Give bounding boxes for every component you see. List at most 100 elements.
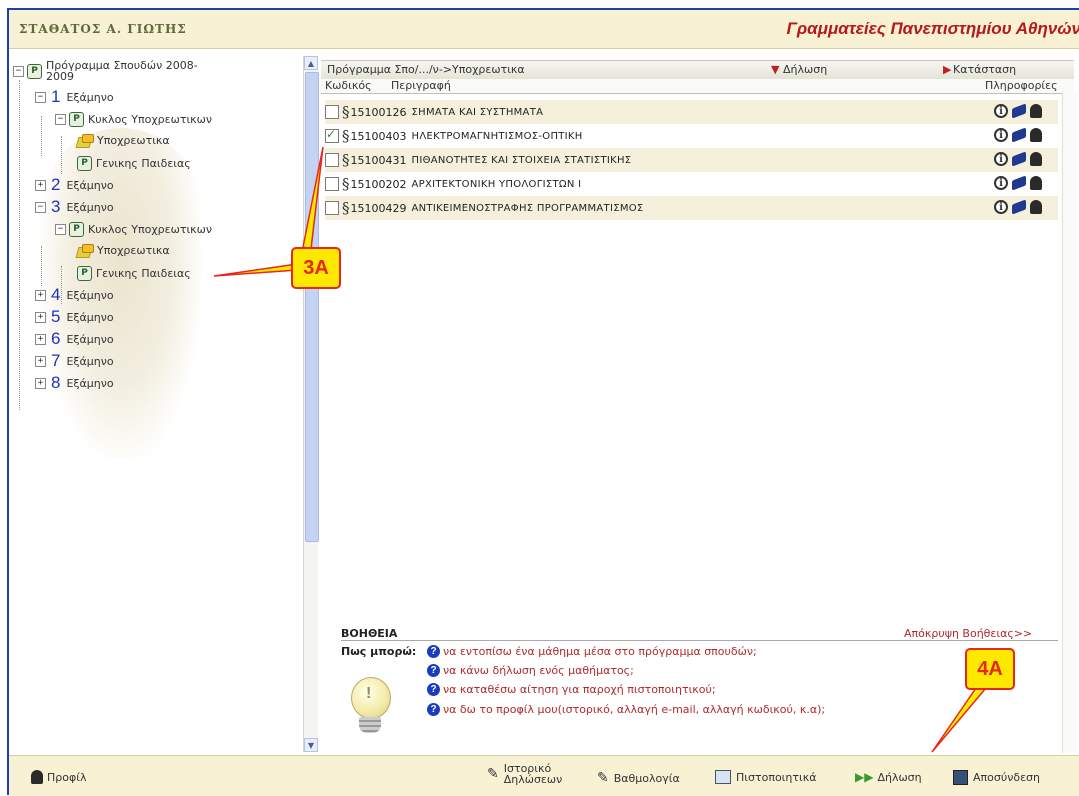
info-icons: i xyxy=(994,175,1042,191)
table-row[interactable]: § 15100126 ΣΗΜΑΤΑ ΚΑΙ ΣΥΣΤΗΜΑΤΑ i xyxy=(325,100,1058,124)
course-name: ΑΡΧΙΤΕΚΤΟΝΙΚΗ ΥΠΟΛΟΓΙΣΤΩΝ Ι xyxy=(411,178,582,190)
logout-button[interactable]: Αποσύνδεση xyxy=(953,770,1040,785)
course-checkbox[interactable] xyxy=(325,177,339,191)
tree-semester-7[interactable]: + 7 Εξάμηνο xyxy=(35,351,114,370)
user-logo: ΣΤΑΘΑΤΟΣ Α. ΓΙΩΤΗΣ xyxy=(19,22,187,36)
profile-icon xyxy=(31,770,43,784)
info-icon[interactable]: i xyxy=(994,200,1008,214)
teacher-icon[interactable] xyxy=(1030,152,1042,166)
profile-label: Προφίλ xyxy=(47,770,87,784)
folder-icon xyxy=(75,244,94,258)
tree-general-1[interactable]: P Γενικης Παιδειας xyxy=(77,156,191,171)
help-item[interactable]: ? να καταθέσω αίτηση για παροχή πιστοποι… xyxy=(427,683,716,696)
table-row[interactable]: § 15100202 ΑΡΧΙΤΕΚΤΟΝΙΚΗ ΥΠΟΛΟΓΙΣΤΩΝ Ι i xyxy=(325,172,1058,196)
book-icon[interactable] xyxy=(1012,127,1026,143)
book-icon[interactable] xyxy=(1012,199,1026,215)
help-item-label: να καταθέσω αίτηση για παροχή πιστοποιητ… xyxy=(443,683,716,696)
column-headers: Κωδικός Περιγραφή Πληροφορίες xyxy=(321,79,1074,94)
expand-icon[interactable]: + xyxy=(35,355,46,367)
scroll-up-icon[interactable]: ▲ xyxy=(304,56,318,70)
teacher-icon[interactable] xyxy=(1030,200,1042,214)
info-icon[interactable]: i xyxy=(994,176,1008,190)
info-icon[interactable]: i xyxy=(994,104,1008,118)
general-label: Γενικης Παιδειας xyxy=(96,267,191,280)
grades-button[interactable]: ✎ Βαθμολογία xyxy=(597,770,680,786)
teacher-icon[interactable] xyxy=(1030,128,1042,142)
general-icon: P xyxy=(77,266,92,281)
help-item[interactable]: ? να δω το προφίλ μου(ιστορικό, αλλαγή e… xyxy=(427,703,825,716)
expand-icon[interactable]: + xyxy=(35,377,46,389)
question-icon: ? xyxy=(427,664,440,677)
info-icon[interactable]: i xyxy=(994,152,1008,166)
help-item[interactable]: ? να εντοπίσω ένα μάθημα μέσα στο πρόγρα… xyxy=(427,645,757,658)
table-row[interactable]: § 15100403 ΗΛΕΚΤΡΟΜΑΓΝΗΤΙΣΜΟΣ-ΟΠΤΙΚΗ i xyxy=(325,124,1058,148)
expand-icon[interactable]: + xyxy=(35,179,46,191)
tree-semester-3[interactable]: − 3 Εξάμηνο xyxy=(35,197,114,216)
tree-semester-8[interactable]: + 8 Εξάμηνο xyxy=(35,374,114,391)
tree-scrollbar[interactable]: ▲ ▼ xyxy=(303,56,319,752)
tree-mandatory-1[interactable]: Υποχρεωτικα xyxy=(75,134,170,148)
help-item[interactable]: ? να κάνω δήλωση ενός μαθήματος; xyxy=(427,664,634,677)
tree-semester-1[interactable]: − 1 Εξάμηνο xyxy=(35,88,114,105)
certificates-label: Πιστοποιητικά xyxy=(736,770,817,784)
info-icon[interactable]: i xyxy=(994,128,1008,142)
collapse-icon[interactable]: − xyxy=(55,224,66,235)
tree-semester-6[interactable]: + 6 Εξάμηνο xyxy=(35,330,114,347)
declaration-sort-icon[interactable]: ▼ xyxy=(771,63,779,76)
collapse-icon[interactable]: − xyxy=(35,201,46,213)
table-row[interactable]: § 15100431 ΠΙΘΑΝΟΤΗΤΕΣ ΚΑΙ ΣΤΟΙΧΕΙΑ ΣΤΑΤ… xyxy=(325,148,1058,172)
collapse-icon[interactable]: − xyxy=(35,91,46,103)
profile-button[interactable]: Προφίλ xyxy=(31,770,86,784)
book-icon[interactable] xyxy=(1012,151,1026,167)
certificates-button[interactable]: Πιστοποιητικά xyxy=(715,770,816,784)
scroll-thumb[interactable] xyxy=(305,72,319,542)
tree-semester-5[interactable]: + 5 Εξάμηνο xyxy=(35,308,114,325)
mandatory-label: Υποχρεωτικα xyxy=(97,134,170,147)
book-icon[interactable] xyxy=(1012,175,1026,191)
semester-label: Εξάμηνο xyxy=(66,200,114,214)
semester-label: Εξάμηνο xyxy=(66,288,114,302)
semester-label: Εξάμηνο xyxy=(66,178,114,192)
grid-scrollbar[interactable] xyxy=(1062,93,1077,753)
scroll-down-icon[interactable]: ▼ xyxy=(304,738,318,752)
declaration-button[interactable]: ▶▶ Δήλωση xyxy=(855,770,922,784)
course-checkbox[interactable] xyxy=(325,105,339,119)
table-row[interactable]: § 15100429 ΑΝΤΙΚΕΙΜΕΝΟΣΤΡΑΦΗΣ ΠΡΟΓΡΑΜΜΑΤ… xyxy=(325,196,1058,220)
expand-icon[interactable]: + xyxy=(35,311,46,323)
status-sort-icon[interactable]: ▶ xyxy=(943,63,951,76)
hide-help-link[interactable]: Απόκρυψη Βοήθειας>> xyxy=(904,627,1032,640)
col-code[interactable]: Κωδικός xyxy=(325,79,372,92)
course-name: ΣΗΜΑΤΑ ΚΑΙ ΣΥΣΤΗΜΑΤΑ xyxy=(411,106,544,118)
semester-label: Εξάμηνο xyxy=(66,376,114,390)
general-icon: P xyxy=(77,156,92,171)
semester-number: 7 xyxy=(51,351,61,370)
course-checkbox[interactable] xyxy=(325,153,339,167)
col-info[interactable]: Πληροφορίες xyxy=(985,79,1058,92)
expand-icon[interactable]: + xyxy=(35,289,46,301)
tree-semester-4[interactable]: + 4 Εξάμηνο xyxy=(35,286,114,303)
course-checkbox[interactable] xyxy=(325,127,339,143)
course-checkbox[interactable] xyxy=(325,201,339,215)
info-icons: i xyxy=(994,103,1042,119)
info-icons: i xyxy=(994,127,1042,143)
help-item-label: να δω το προφίλ μου(ιστορικό, αλλαγή e-m… xyxy=(443,703,826,716)
semester-number: 3 xyxy=(51,197,61,216)
col-description[interactable]: Περιγραφή xyxy=(391,79,451,92)
scroll-icon: § xyxy=(342,127,350,145)
collapse-icon[interactable]: − xyxy=(13,65,24,77)
tree-mandatory-3[interactable]: Υποχρεωτικα xyxy=(75,244,170,258)
tree-root[interactable]: − P Πρόγραμμα Σπουδών 2008- 2009 xyxy=(13,60,198,82)
expand-icon[interactable]: + xyxy=(35,333,46,345)
tree-semester-2[interactable]: + 2 Εξάμηνο xyxy=(35,176,114,193)
collapse-icon[interactable]: − xyxy=(55,114,66,125)
tree-cycle-1[interactable]: − P Κυκλος Υποχρεωτικων xyxy=(55,112,212,127)
tree-general-3[interactable]: P Γενικης Παιδειας xyxy=(77,266,191,281)
declaration-header[interactable]: Δήλωση xyxy=(783,63,827,76)
teacher-icon[interactable] xyxy=(1030,104,1042,118)
status-header[interactable]: Κατάσταση xyxy=(953,63,1016,76)
book-icon[interactable] xyxy=(1012,103,1026,119)
tree-connector xyxy=(41,116,42,156)
tree-cycle-3[interactable]: − P Κυκλος Υποχρεωτικων xyxy=(55,222,212,237)
history-button[interactable]: ✎ Ιστορικό Δηλώσεων xyxy=(487,763,562,785)
teacher-icon[interactable] xyxy=(1030,176,1042,190)
